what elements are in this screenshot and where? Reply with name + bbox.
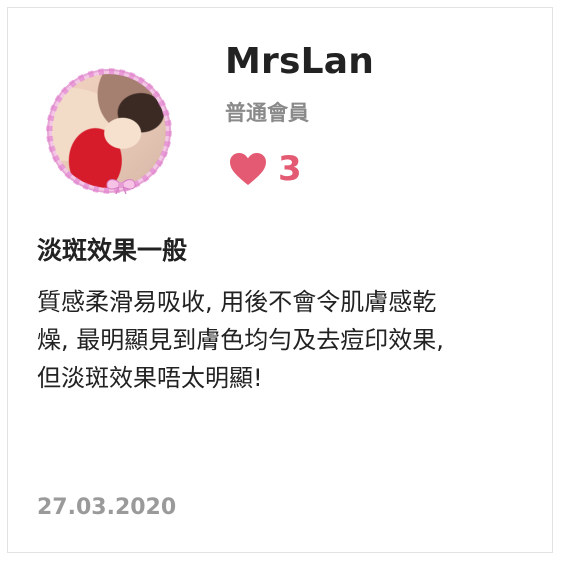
review-card xyxy=(7,7,553,553)
review-date: 27.03.2020 xyxy=(37,495,177,520)
like-count: 3 xyxy=(278,149,302,189)
username: MrsLan xyxy=(225,41,375,82)
review-body: 質感柔滑易吸收, 用後不會令肌膚感乾 燥, 最明顯見到膚色均勻及去痘印效果, 但… xyxy=(37,288,444,392)
member-level-badge: 普通會員 xyxy=(225,101,309,125)
avatar[interactable] xyxy=(46,68,176,198)
heart-icon[interactable] xyxy=(229,152,267,186)
like-counter[interactable]: 3 xyxy=(229,147,302,191)
avatar-photo xyxy=(52,74,166,188)
review-title: 淡斑效果一般 xyxy=(37,236,188,265)
